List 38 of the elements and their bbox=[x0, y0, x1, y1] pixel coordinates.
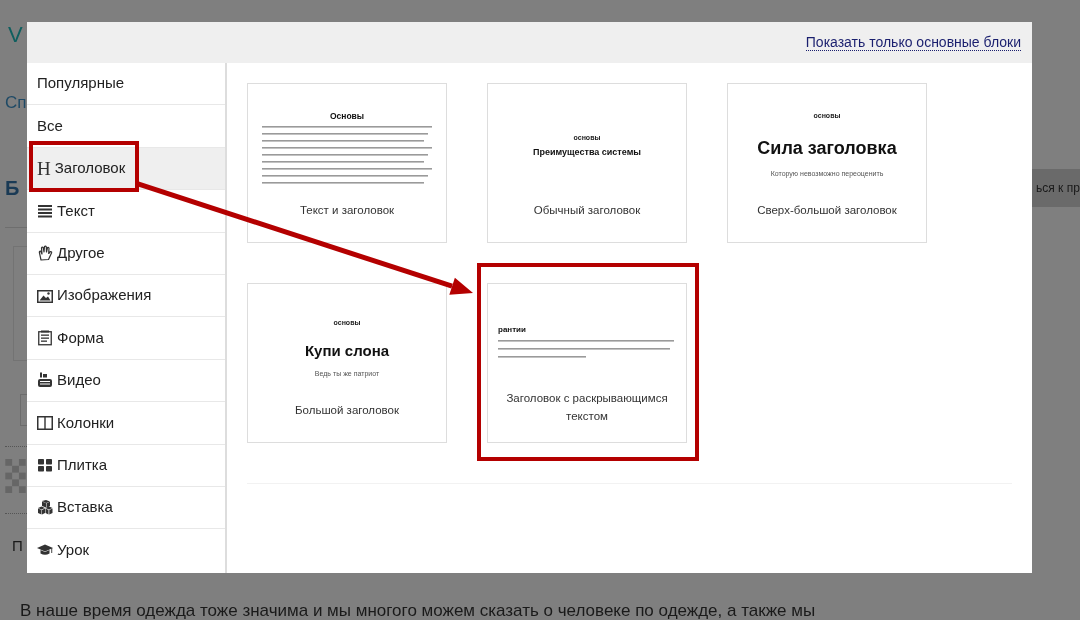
tiles-icon bbox=[37, 457, 53, 474]
category-label: Урок bbox=[57, 540, 90, 561]
category-label: Вставка bbox=[57, 497, 113, 518]
block-label: Текст и заголовок bbox=[298, 203, 396, 218]
heading-icon: H bbox=[37, 158, 51, 178]
form-icon bbox=[37, 330, 53, 347]
block-card[interactable]: Основы Текст и заголовок bbox=[247, 83, 447, 243]
category-label: Колонки bbox=[57, 412, 115, 433]
block-card[interactable]: рантии Заголовок с раскрывающимся текстом bbox=[487, 283, 687, 443]
image-icon bbox=[37, 287, 53, 304]
checker-icon bbox=[5, 459, 27, 493]
preview-heading: Купи слона bbox=[304, 343, 390, 360]
columns-icon bbox=[37, 414, 53, 431]
category-label: Популярные bbox=[37, 73, 125, 94]
lines-icon bbox=[37, 202, 53, 219]
preview-heading: Сила заголовка bbox=[757, 139, 897, 159]
hand-icon bbox=[37, 245, 53, 262]
preview-heading: Основы bbox=[329, 112, 365, 122]
category-label: Плитка bbox=[57, 454, 108, 475]
category-label: Все bbox=[37, 115, 63, 136]
cubes-icon bbox=[37, 499, 53, 516]
block-label: Обычный заголовок bbox=[532, 203, 642, 218]
preview-heading: Преимущества системы bbox=[532, 148, 641, 158]
paragraph-text: П bbox=[12, 538, 23, 553]
paragraph-text: В наше время одежда тоже значима и мы многого можем сказать о человеке по одежде, а также мы bbox=[20, 602, 817, 619]
category-label: Изображения bbox=[57, 285, 152, 306]
video-icon bbox=[37, 372, 53, 389]
show-basic-blocks-link[interactable]: Показать только основные блоки bbox=[805, 33, 1021, 52]
category-label: Форма bbox=[57, 327, 104, 348]
page-heading: Б bbox=[5, 178, 20, 198]
category-label: Текст bbox=[57, 200, 95, 221]
category-label: Видео bbox=[57, 370, 101, 391]
category-label: Другое bbox=[57, 243, 105, 263]
category-label: Заголовок bbox=[54, 158, 126, 179]
block-label: Заголовок с раскрывающимся текстом bbox=[505, 391, 669, 424]
preview-heading: рантии bbox=[498, 326, 526, 335]
block-label: Сверх-большой заголовок bbox=[756, 203, 898, 218]
block-label: Большой заголовок bbox=[294, 403, 400, 418]
